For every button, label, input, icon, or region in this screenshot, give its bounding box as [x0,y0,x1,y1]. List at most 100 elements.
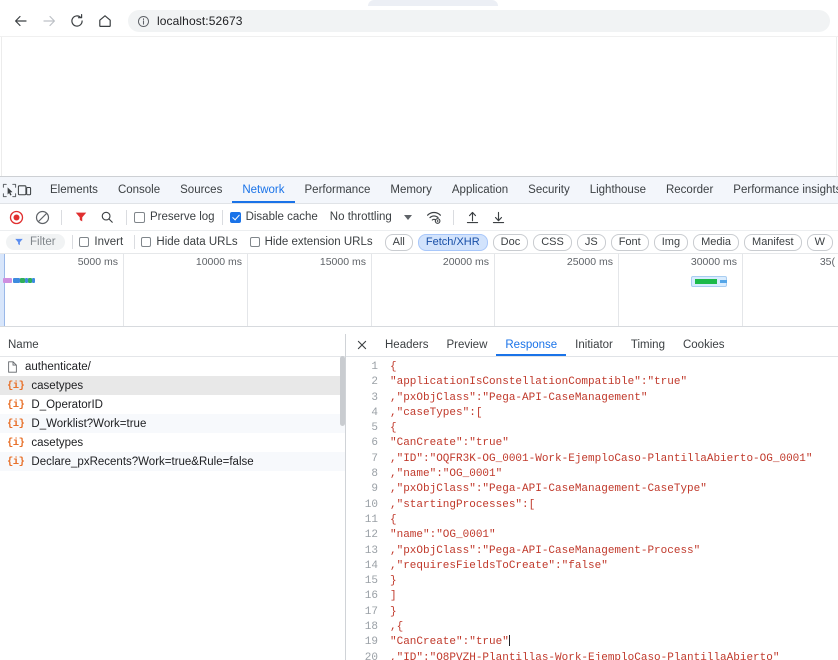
detail-tab-headers[interactable]: Headers [376,335,437,356]
response-line: 10,"startingProcesses":[ [346,498,838,513]
response-line: 13,"pxObjClass":"Pega-API-CaseManagement… [346,544,838,559]
json-icon: {i} [7,437,24,449]
type-filter-fetch-xhr[interactable]: Fetch/XHR [418,234,488,251]
type-filter-js[interactable]: JS [577,234,606,251]
devtools-tab-security[interactable]: Security [518,178,580,203]
export-icon [491,210,506,225]
type-filter-img[interactable]: Img [654,234,688,251]
response-line: 18,{ [346,620,838,635]
network-overview-timeline[interactable]: 5000 ms 10000 ms 15000 ms 20000 ms 25000… [0,254,838,327]
type-filter-manifest[interactable]: Manifest [744,234,802,251]
browser-tab-active[interactable] [0,0,358,6]
network-filter-bar: Filter Invert Hide data URLs Hide extens… [0,231,838,254]
throttling-select[interactable]: No throttling [330,211,412,223]
inspect-element-button[interactable] [2,178,17,202]
line-number: 14 [346,559,390,574]
clear-icon [35,210,50,225]
network-conditions-button[interactable] [422,206,446,228]
detail-tab-cookies[interactable]: Cookies [674,335,734,356]
preserve-log-checkbox[interactable]: Preserve log [134,211,215,223]
reload-icon [69,13,85,29]
type-filter-doc[interactable]: Doc [493,234,529,251]
type-filter-ws[interactable]: W [807,234,833,251]
hide-data-urls-checkbox[interactable]: Hide data URLs [141,236,237,248]
record-button[interactable] [4,206,28,228]
request-name: D_OperatorID [31,399,103,411]
devtools-tab-performance[interactable]: Performance [295,178,381,203]
document-icon [7,361,18,373]
devtools-tab-performance-insights[interactable]: Performance insights [723,178,838,203]
request-row-d-worklist[interactable]: {i} D_Worklist?Work=true [0,414,345,433]
request-row-authenticate[interactable]: authenticate/ [0,357,345,376]
line-number: 6 [346,436,390,451]
request-row-casetypes-selected[interactable]: {i} casetypes [0,376,345,395]
devtools-tab-recorder[interactable]: Recorder [656,178,723,203]
type-filter-css[interactable]: CSS [533,234,572,251]
import-har-button[interactable] [461,206,485,228]
response-line: 5{ [346,421,838,436]
hide-extension-urls-checkbox[interactable]: Hide extension URLs [250,236,373,248]
filter-input[interactable]: Filter [6,234,65,250]
back-button[interactable] [8,8,34,34]
response-line-text: "applicationIsConstellationCompatible":"… [390,375,687,390]
detail-tab-initiator[interactable]: Initiator [566,335,622,356]
request-name: Declare_pxRecents?Work=true&Rule=false [31,456,253,468]
disable-cache-label: Disable cache [246,211,318,223]
home-button[interactable] [92,8,118,34]
disable-cache-checkbox[interactable]: Disable cache [230,211,318,223]
request-list-header[interactable]: Name [0,334,345,357]
type-filter-font[interactable]: Font [611,234,649,251]
type-filter-media[interactable]: Media [693,234,739,251]
divider [453,210,454,225]
devtools-tab-console[interactable]: Console [108,178,170,203]
devtools-tab-sources[interactable]: Sources [170,178,232,203]
line-number: 11 [346,513,390,528]
devtools-tab-lighthouse[interactable]: Lighthouse [580,178,656,203]
devtools-tab-network[interactable]: Network [232,178,294,203]
response-body-viewer[interactable]: 1{2"applicationIsConstellationCompatible… [346,357,838,660]
overview-tick-10000: 10000 ms [196,256,245,268]
back-arrow-icon [13,13,29,29]
export-har-button[interactable] [487,206,511,228]
address-bar[interactable]: localhost:52673 [128,10,830,32]
devtools-tab-elements[interactable]: Elements [40,178,108,203]
detail-tab-timing[interactable]: Timing [622,335,674,356]
info-circle-icon[interactable] [137,15,150,28]
hide-extension-urls-label: Hide extension URLs [265,236,373,248]
response-line-text: ,"pxObjClass":"Pega-API-CaseManagement-P… [390,544,700,559]
browser-tab-inactive[interactable] [368,0,498,6]
request-row-declare-pxrecents[interactable]: {i} Declare_pxRecents?Work=true&Rule=fal… [0,452,345,471]
response-line: 12"name":"OG_0001" [346,528,838,543]
response-line: 4,"caseTypes":[ [346,406,838,421]
response-line-text: ,"requiresFieldsToCreate":"false" [390,559,608,574]
json-icon: {i} [7,456,24,468]
overview-bar [13,278,20,283]
search-button[interactable] [95,206,119,228]
close-icon [356,339,368,351]
request-list-scrollbar[interactable] [340,356,345,426]
request-list-pane: Name authenticate/ {i} casetypes {i} D_O… [0,334,346,660]
forward-button[interactable] [36,8,62,34]
device-toolbar-button[interactable] [17,178,32,202]
devtools-tab-memory[interactable]: Memory [380,178,442,203]
device-toggle-icon [17,183,32,198]
response-line-text: ,"caseTypes":[ [390,406,482,421]
request-row-d-operatorid[interactable]: {i} D_OperatorID [0,395,345,414]
detail-tab-response[interactable]: Response [496,335,566,356]
type-filter-all[interactable]: All [385,234,413,251]
devtools-tab-application[interactable]: Application [442,178,518,203]
checkbox-box [230,212,241,223]
line-number: 8 [346,467,390,482]
divider [126,210,127,225]
tab-strip [0,0,838,6]
response-line-text: ,"name":"OG_0001" [390,467,502,482]
request-row-casetypes-2[interactable]: {i} casetypes [0,433,345,452]
close-detail-button[interactable] [352,335,372,355]
clear-button[interactable] [30,206,54,228]
address-bar-url: localhost:52673 [157,14,243,28]
filter-toggle-button[interactable] [69,206,93,228]
reload-button[interactable] [64,8,90,34]
invert-checkbox[interactable]: Invert [79,236,123,248]
detail-tab-preview[interactable]: Preview [437,335,496,356]
overview-selection-handle[interactable] [0,254,5,326]
